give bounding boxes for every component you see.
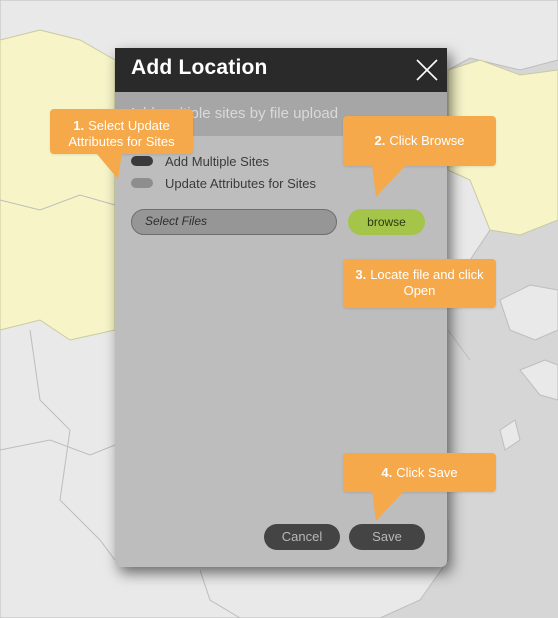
dialog-header: Add Location [115,48,447,92]
callout-text: Click Save [396,465,458,480]
callout-step-3: 3. Locate file and click Open [343,259,496,308]
option-add-multiple-sites[interactable]: Add Multiple Sites [131,153,270,169]
callout-text: Locate file and click Open [370,267,484,298]
save-button[interactable]: Save [349,524,425,550]
close-icon[interactable] [415,58,439,82]
option-update-attributes[interactable]: Update Attributes for Sites [131,175,317,191]
callout-step-number: 4. [381,465,393,480]
callout-1-pointer [96,153,122,179]
select-files-input[interactable]: Select Files [131,209,337,235]
browse-button[interactable]: browse [348,209,425,235]
callout-text: Select Update Attributes for Sites [68,118,175,149]
file-placeholder: Select Files [145,214,208,228]
callout-step-4: 4. Click Save [343,453,496,492]
callout-step-number: 3. [355,267,367,282]
option-label: Update Attributes for Sites [165,175,317,191]
callout-step-2: 2. Click Browse [343,116,496,166]
callout-step-number: 2. [374,133,386,148]
radio-unselected[interactable] [131,178,153,188]
callout-text: Click Browse [389,133,465,148]
radio-selected[interactable] [131,156,153,166]
dialog-title: Add Location [131,56,268,79]
callout-step-1: 1. Select Update Attributes for Sites [50,109,193,154]
option-label: Add Multiple Sites [165,153,270,169]
cancel-button[interactable]: Cancel [264,524,340,550]
callout-step-number: 1. [73,118,85,133]
callout-2-pointer [372,165,406,197]
callout-4-pointer [372,491,404,521]
